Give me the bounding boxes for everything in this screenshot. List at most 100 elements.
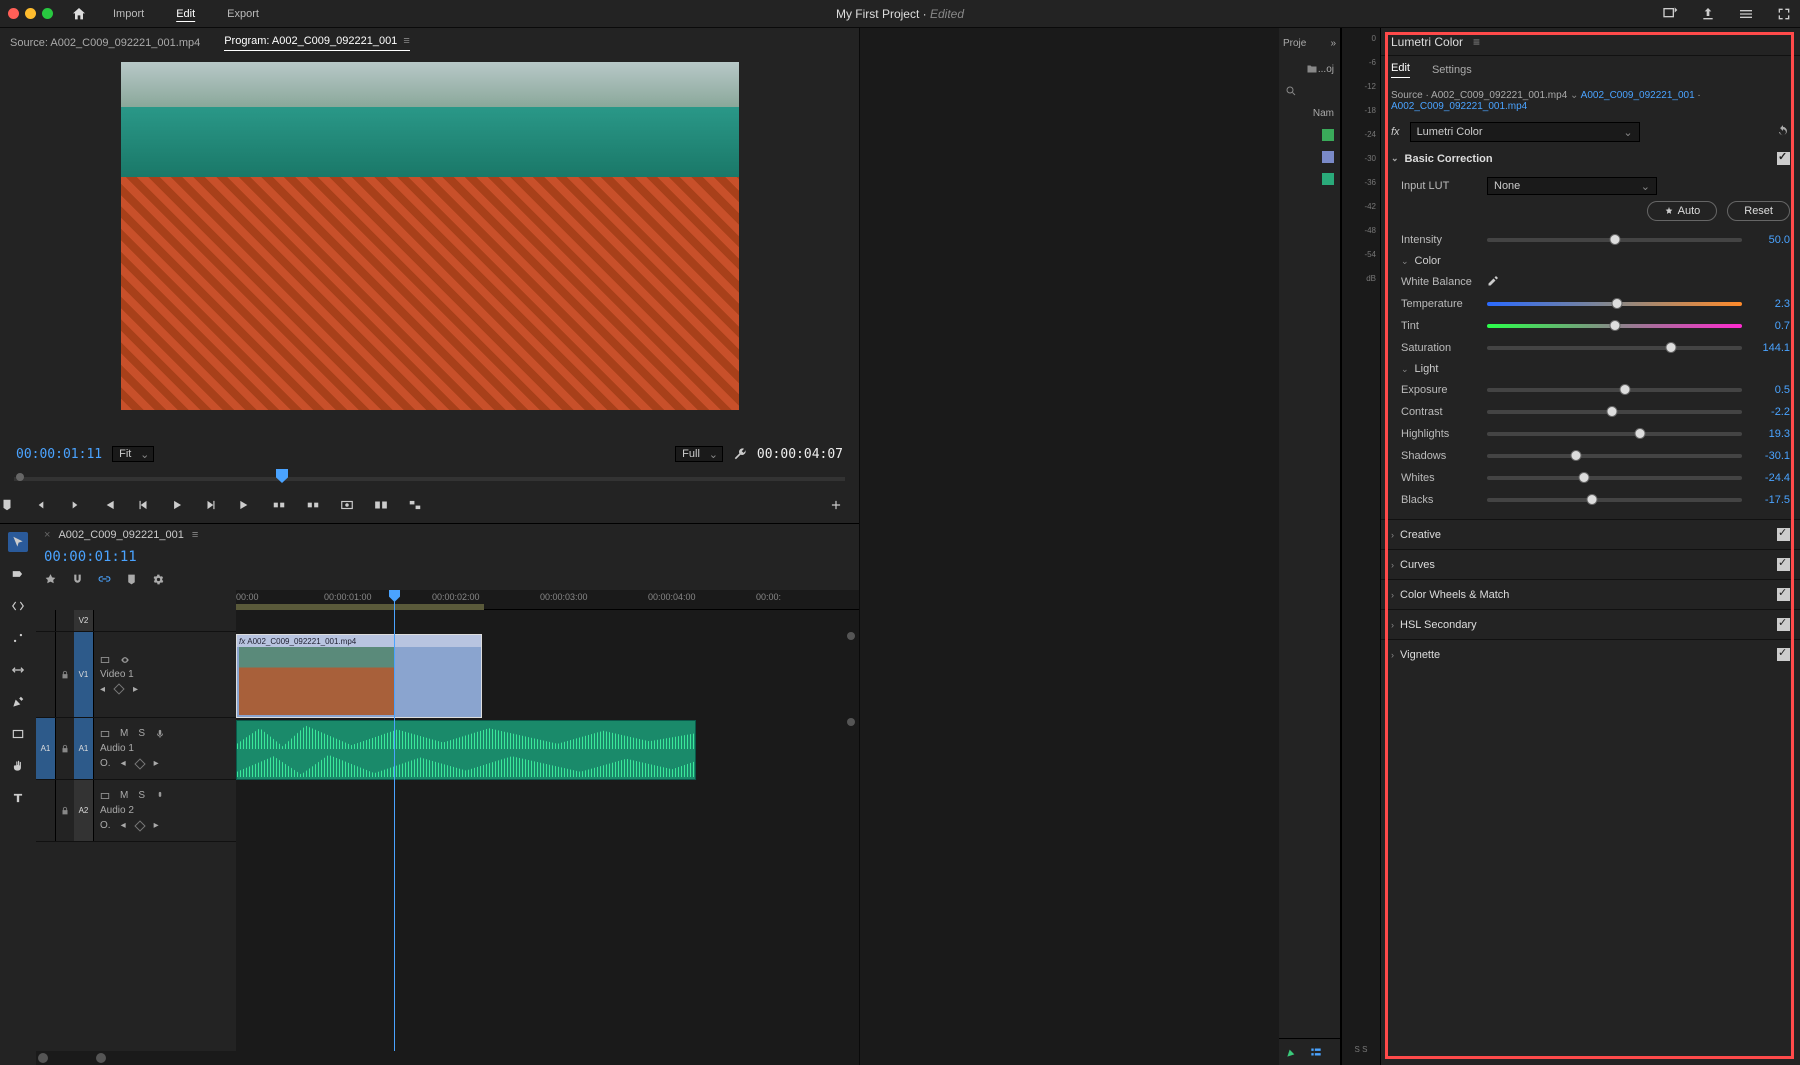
hand-tool[interactable] bbox=[8, 756, 28, 776]
v1-target[interactable]: V1 bbox=[74, 632, 94, 717]
panel-menu-icon[interactable]: ≡ bbox=[1473, 35, 1480, 49]
hsl-checkbox[interactable] bbox=[1777, 618, 1790, 631]
temperature-slider[interactable] bbox=[1487, 302, 1742, 306]
whites-value[interactable]: -24.4 bbox=[1750, 472, 1790, 484]
marker-icon[interactable] bbox=[0, 498, 14, 512]
reset-effect-icon[interactable] bbox=[1776, 124, 1790, 141]
whites-slider[interactable] bbox=[1487, 476, 1742, 480]
home-icon[interactable] bbox=[71, 6, 87, 22]
intensity-slider[interactable] bbox=[1487, 238, 1742, 242]
zoom-fit-select[interactable]: Fit bbox=[112, 446, 154, 462]
a1-target[interactable]: A1 bbox=[74, 718, 94, 779]
tint-value[interactable]: 0.7 bbox=[1750, 320, 1790, 332]
effect-select[interactable]: Lumetri Color bbox=[1410, 122, 1640, 142]
lock-icon[interactable] bbox=[60, 806, 70, 816]
wrench-icon[interactable] bbox=[733, 447, 747, 461]
creative-checkbox[interactable] bbox=[1777, 528, 1790, 541]
current-timecode[interactable]: 00:00:01:11 bbox=[16, 447, 102, 462]
maximize-window-icon[interactable] bbox=[42, 8, 53, 19]
lumetri-settings-tab[interactable]: Settings bbox=[1432, 64, 1472, 76]
mic-icon[interactable] bbox=[155, 729, 165, 739]
list-view-icon[interactable] bbox=[1309, 1045, 1323, 1059]
play-icon[interactable] bbox=[170, 498, 184, 512]
name-column[interactable]: Nam bbox=[1313, 108, 1334, 119]
tab-import[interactable]: Import bbox=[113, 8, 144, 20]
program-tab[interactable]: Program: A002_C009_092221_001 ≡ bbox=[224, 35, 410, 51]
fullscreen-icon[interactable] bbox=[1776, 6, 1792, 22]
search-icon[interactable] bbox=[1285, 85, 1297, 97]
timeline-tracks[interactable]: 00:00 00:00:01:00 00:00:02:00 00:00:03:0… bbox=[236, 590, 859, 1051]
lumetri-edit-tab[interactable]: Edit bbox=[1391, 62, 1410, 78]
eye-icon[interactable] bbox=[120, 655, 130, 665]
input-lut-select[interactable]: None bbox=[1487, 177, 1657, 195]
fx-badge[interactable]: fx bbox=[1391, 126, 1400, 138]
tab-edit[interactable]: Edit bbox=[176, 8, 195, 20]
hsl-section[interactable]: ›HSL Secondary bbox=[1381, 609, 1800, 639]
razor-tool[interactable] bbox=[8, 628, 28, 648]
settings-icon[interactable] bbox=[152, 573, 165, 586]
solo-buttons[interactable]: S S bbox=[1342, 1045, 1380, 1065]
blacks-value[interactable]: -17.5 bbox=[1750, 494, 1790, 506]
program-scrubber[interactable] bbox=[14, 469, 845, 487]
creative-section[interactable]: ›Creative bbox=[1381, 519, 1800, 549]
comparison-icon[interactable] bbox=[374, 498, 388, 512]
playhead[interactable] bbox=[394, 590, 395, 1051]
in-point-icon[interactable] bbox=[34, 498, 48, 512]
expand-icon[interactable]: » bbox=[1330, 38, 1336, 49]
a1-source[interactable]: A1 bbox=[36, 718, 56, 779]
magnet-icon[interactable] bbox=[71, 573, 84, 586]
seq-link[interactable]: A002_C009_092221_001 bbox=[1581, 90, 1695, 101]
intensity-value[interactable]: 50.0 bbox=[1750, 234, 1790, 246]
vignette-checkbox[interactable] bbox=[1777, 648, 1790, 661]
contrast-value[interactable]: -2.2 bbox=[1750, 406, 1790, 418]
marker-add-icon[interactable] bbox=[125, 573, 138, 586]
vignette-section[interactable]: ›Vignette bbox=[1381, 639, 1800, 669]
step-fwd-icon[interactable] bbox=[204, 498, 218, 512]
lock-icon[interactable] bbox=[60, 744, 70, 754]
snap-icon[interactable] bbox=[44, 573, 57, 586]
timeline-timecode[interactable]: 00:00:01:11 bbox=[44, 549, 137, 565]
export-frame-icon[interactable] bbox=[340, 498, 354, 512]
proxy-icon[interactable] bbox=[408, 498, 422, 512]
highlights-slider[interactable] bbox=[1487, 432, 1742, 436]
light-subheader[interactable]: ⌄Light bbox=[1401, 359, 1790, 379]
slip-tool[interactable] bbox=[8, 660, 28, 680]
selection-tool[interactable] bbox=[8, 532, 28, 552]
reset-button[interactable]: Reset bbox=[1727, 201, 1790, 221]
video-preview[interactable] bbox=[121, 62, 739, 410]
button-editor-icon[interactable] bbox=[829, 498, 843, 512]
goto-out-icon[interactable] bbox=[238, 498, 252, 512]
source-tab[interactable]: Source: A002_C009_092221_001.mp4 bbox=[10, 37, 200, 49]
basic-enable-checkbox[interactable] bbox=[1777, 152, 1790, 165]
rect-tool[interactable] bbox=[8, 724, 28, 744]
curves-section[interactable]: ›Curves bbox=[1381, 549, 1800, 579]
out-point-icon[interactable] bbox=[68, 498, 82, 512]
ripple-tool[interactable] bbox=[8, 596, 28, 616]
folder-icon[interactable] bbox=[1306, 63, 1318, 75]
a2-target[interactable]: A2 bbox=[74, 780, 94, 841]
contrast-slider[interactable] bbox=[1487, 410, 1742, 414]
exposure-value[interactable]: 0.5 bbox=[1750, 384, 1790, 396]
clip-link[interactable]: A002_C009_092221_001.mp4 bbox=[1391, 101, 1527, 112]
time-ruler[interactable]: 00:00 00:00:01:00 00:00:02:00 00:00:03:0… bbox=[236, 590, 859, 610]
basic-correction-header[interactable]: ⌄Basic Correction bbox=[1381, 146, 1800, 171]
bin-item[interactable] bbox=[1322, 129, 1334, 141]
blacks-slider[interactable] bbox=[1487, 498, 1742, 502]
workspace-menu-icon[interactable] bbox=[1738, 6, 1754, 22]
lift-icon[interactable] bbox=[272, 498, 286, 512]
lock-icon[interactable] bbox=[60, 670, 70, 680]
linked-sel-icon[interactable] bbox=[98, 573, 111, 586]
tint-slider[interactable] bbox=[1487, 324, 1742, 328]
toggle-output-icon[interactable] bbox=[100, 655, 110, 665]
saturation-slider[interactable] bbox=[1487, 346, 1742, 350]
s-toggle[interactable]: S bbox=[138, 728, 145, 739]
shadows-slider[interactable] bbox=[1487, 454, 1742, 458]
window-controls[interactable] bbox=[8, 8, 53, 19]
sequence-tab[interactable]: A002_C009_092221_001 bbox=[58, 529, 183, 541]
exposure-slider[interactable] bbox=[1487, 388, 1742, 392]
track-select-tool[interactable] bbox=[8, 564, 28, 584]
audio-clip[interactable] bbox=[236, 720, 696, 780]
auto-button[interactable]: Auto bbox=[1647, 201, 1718, 221]
close-window-icon[interactable] bbox=[8, 8, 19, 19]
type-tool[interactable] bbox=[8, 788, 28, 808]
